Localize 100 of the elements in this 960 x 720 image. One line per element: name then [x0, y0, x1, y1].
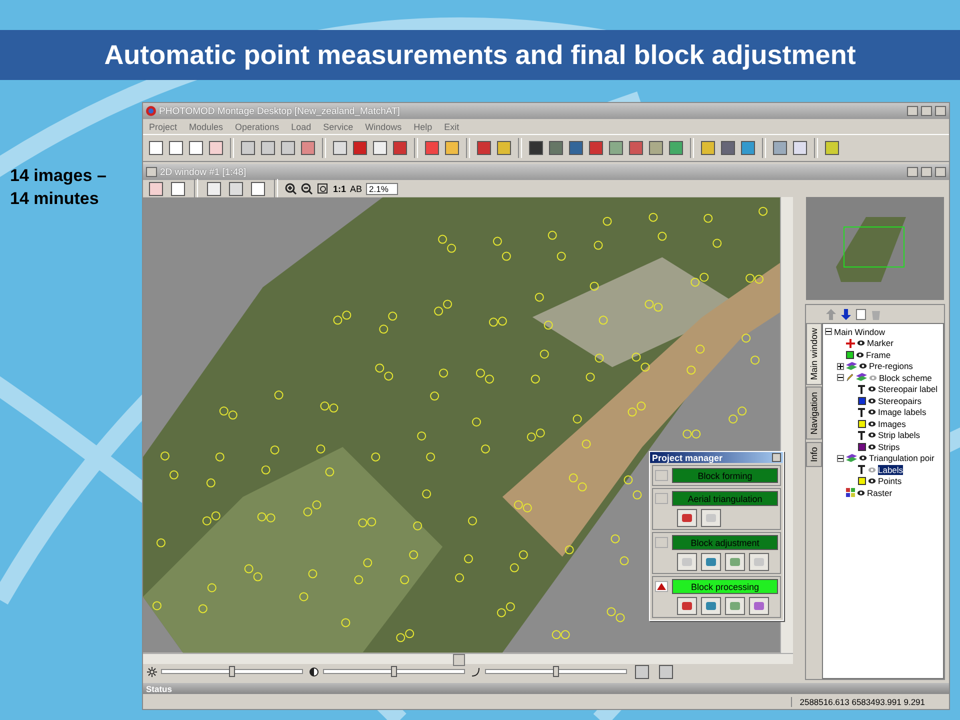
slider[interactable]: [161, 669, 303, 674]
layer-label[interactable]: Images: [878, 418, 906, 429]
menu-item[interactable]: Exit: [444, 122, 460, 132]
layer-label[interactable]: Triangulation poir: [869, 453, 934, 464]
toolbar-icon[interactable]: [281, 141, 295, 155]
menu-item[interactable]: Load: [291, 122, 312, 132]
tool-button[interactable]: [701, 553, 721, 571]
zoom-field[interactable]: 2.1%: [366, 182, 398, 194]
close-button[interactable]: [935, 167, 946, 177]
layers-icon: [856, 373, 867, 382]
toolbar-icon[interactable]: [171, 182, 185, 196]
toolbar-icon[interactable]: [333, 141, 347, 155]
layer-label[interactable]: Points: [878, 476, 902, 486]
tool-button[interactable]: [701, 597, 721, 615]
menu-item[interactable]: Modules: [189, 122, 224, 132]
toolbar-icon[interactable]: [209, 141, 223, 155]
toolbar-icon[interactable]: [373, 141, 387, 155]
toolbar-icon[interactable]: [241, 141, 255, 155]
slider[interactable]: [485, 669, 627, 674]
layer-label[interactable]: Main Window: [834, 326, 886, 337]
side-tab[interactable]: Info: [806, 442, 822, 467]
eye-icon[interactable]: [868, 420, 876, 427]
menu-item[interactable]: Windows: [365, 122, 402, 132]
toolbar-icon[interactable]: [251, 182, 265, 196]
toolbar-icon[interactable]: [189, 141, 203, 155]
zoom-in-icon[interactable]: [285, 182, 297, 194]
layer-label[interactable]: Stereopairs: [878, 396, 922, 406]
collapse-toggle[interactable]: [837, 454, 844, 462]
zoom-out-icon[interactable]: [301, 182, 313, 194]
toolbar-icon[interactable]: [649, 141, 663, 155]
eye-icon[interactable]: [856, 352, 864, 358]
side-tab[interactable]: Navigation: [806, 387, 822, 440]
horizontal-scrollbar[interactable]: [143, 653, 793, 664]
maximize-button[interactable]: [921, 167, 932, 177]
text-layer-icon: [858, 465, 866, 474]
layer-label[interactable]: Strips: [878, 442, 900, 452]
menu-item[interactable]: Help: [414, 122, 432, 132]
eye-icon[interactable]: [857, 340, 865, 346]
stage-button[interactable]: Block processing: [672, 579, 778, 594]
layer-label[interactable]: Raster: [867, 488, 892, 498]
side-tab[interactable]: Main window: [806, 323, 822, 386]
layer-label[interactable]: Image labels: [878, 407, 926, 418]
minimize-button[interactable]: [907, 106, 918, 116]
eye-icon[interactable]: [868, 478, 876, 484]
eye-icon[interactable]: [857, 490, 865, 496]
tool-button[interactable]: [749, 597, 769, 615]
stage-button[interactable]: Aerial triangulation: [672, 491, 778, 506]
slider-thumb[interactable]: [553, 666, 559, 678]
layer-label[interactable]: Pre-regions: [869, 361, 913, 372]
collapse-toggle[interactable]: [825, 328, 832, 336]
toolbar-icon[interactable]: [793, 141, 807, 155]
tool-button[interactable]: [677, 597, 697, 615]
maximize-button[interactable]: [921, 106, 932, 116]
toolbar-icon[interactable]: [229, 182, 243, 196]
stage-button[interactable]: Block adjustment: [672, 535, 778, 550]
eye-icon[interactable]: [868, 398, 876, 404]
stage-button[interactable]: Block forming: [672, 468, 778, 483]
close-button[interactable]: [935, 106, 946, 116]
toolbar-icon[interactable]: [825, 141, 839, 155]
expand-toggle[interactable]: [837, 362, 844, 370]
toolbar-icon[interactable]: [635, 664, 649, 679]
tool-button[interactable]: [677, 509, 697, 527]
eye-icon[interactable]: [868, 444, 876, 450]
toolbar-icon[interactable]: [149, 141, 163, 155]
tool-button[interactable]: [725, 553, 745, 571]
layers-icon: [846, 454, 857, 463]
slider-thumb[interactable]: [229, 666, 235, 678]
toolbar-icon[interactable]: [207, 182, 221, 196]
toolbar-icon[interactable]: [701, 141, 715, 155]
menu-item[interactable]: Operations: [235, 122, 280, 132]
slider-thumb[interactable]: [391, 666, 397, 678]
zoom-fit-icon[interactable]: [317, 182, 329, 194]
minimize-button[interactable]: [907, 167, 918, 177]
eye-icon[interactable]: [868, 386, 876, 392]
slider[interactable]: [323, 669, 465, 674]
scale-button[interactable]: 1:1: [333, 184, 346, 194]
menu-item[interactable]: Project: [149, 122, 178, 132]
toolbar-icon[interactable]: [445, 141, 459, 155]
eye-icon[interactable]: [859, 455, 867, 462]
toolbar-icon[interactable]: [149, 182, 163, 196]
layer-label[interactable]: Strip labels: [878, 430, 920, 440]
label-toggle-button[interactable]: AB: [350, 184, 362, 194]
toolbar-icon[interactable]: [261, 141, 275, 155]
layer-label[interactable]: Block scheme: [879, 372, 932, 383]
layer-label[interactable]: Labels: [878, 464, 904, 475]
tool-button[interactable]: [725, 597, 745, 615]
collapse-toggle[interactable]: [837, 374, 844, 382]
toolbar-icon[interactable]: [773, 141, 787, 155]
layer-label[interactable]: Marker: [867, 338, 894, 348]
layer-label[interactable]: Stereopair label: [878, 384, 938, 394]
toolbar-icon[interactable]: [497, 141, 511, 155]
toolbar-icon[interactable]: [169, 141, 183, 155]
eye-icon[interactable]: [859, 363, 867, 370]
menu-item[interactable]: Service: [323, 122, 354, 132]
toolbar-icon[interactable]: [659, 664, 673, 679]
close-button[interactable]: [772, 453, 781, 462]
eye-icon[interactable]: [868, 409, 876, 416]
eye-icon[interactable]: [868, 432, 876, 438]
layer-label[interactable]: Frame: [866, 350, 891, 360]
arrow-down-icon[interactable]: [841, 308, 851, 320]
